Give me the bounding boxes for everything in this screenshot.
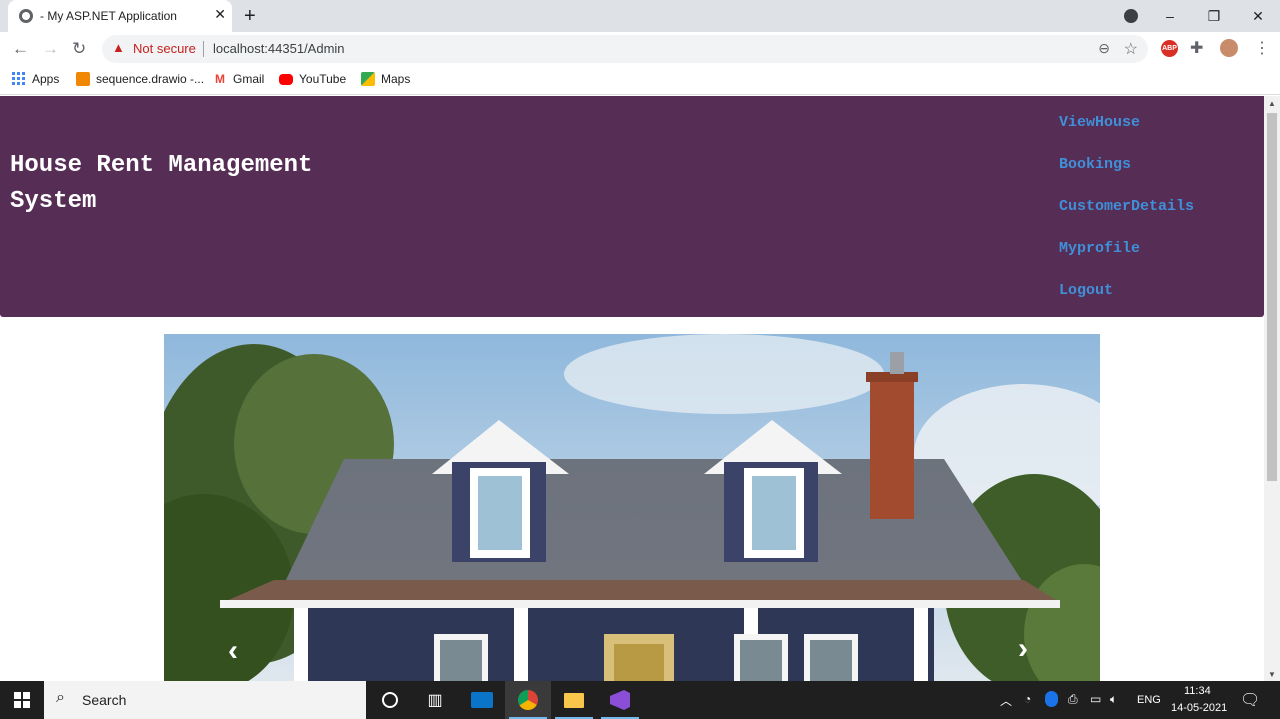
youtube-icon	[279, 73, 293, 85]
start-button[interactable]	[0, 681, 44, 719]
drawio-icon	[76, 72, 90, 86]
carousel-prev-button[interactable]: ‹	[228, 634, 238, 668]
visual-studio-button[interactable]	[597, 681, 643, 719]
bookmark-gmail[interactable]: M Gmail	[213, 72, 264, 86]
profile-avatar[interactable]	[1220, 39, 1238, 57]
security-label[interactable]: Not secure	[133, 41, 196, 56]
window-controls: – ❐ ✕	[1148, 0, 1280, 32]
clock-time[interactable]: 11:34	[1184, 685, 1211, 697]
bookmark-star-icon[interactable]: ☆	[1124, 39, 1138, 59]
warning-icon: ▲	[112, 40, 125, 55]
meet-now-icon[interactable]: ⎙	[1068, 692, 1078, 707]
visual-studio-icon	[610, 690, 630, 710]
clock-date[interactable]: 14-05-2021	[1171, 702, 1227, 714]
globe-icon	[19, 9, 33, 23]
site-title[interactable]: House Rent Management System	[10, 148, 350, 220]
nav-link-customerdetails[interactable]: CustomerDetails	[1059, 198, 1194, 215]
chrome-app-button[interactable]	[505, 681, 551, 719]
bluetooth-icon[interactable]	[1045, 691, 1058, 707]
search-label: Search	[82, 692, 127, 708]
chrome-icon	[518, 690, 538, 710]
bookmarks-bar: Apps sequence.drawio -... M Gmail YouTub…	[0, 66, 1280, 95]
notifications-icon[interactable]: 🗨︎	[1240, 690, 1260, 710]
close-window-button[interactable]: ✕	[1236, 0, 1280, 32]
file-explorer-icon	[564, 692, 584, 708]
adblock-extension-icon[interactable]: ABP	[1161, 40, 1178, 57]
reload-icon[interactable]: ↻	[72, 39, 86, 59]
cortana-button[interactable]	[367, 681, 413, 719]
browser-tab[interactable]: - My ASP.NET Application ✕	[8, 0, 232, 32]
site-header: House Rent Management System ViewHouse B…	[0, 96, 1264, 317]
nav-link-bookings[interactable]: Bookings	[1059, 156, 1131, 173]
page-scrollbar[interactable]: ▲ ▼	[1264, 96, 1280, 681]
bookmark-drawio[interactable]: sequence.drawio -...	[76, 72, 204, 86]
windows-taskbar: ⌕ Search ▥ ︿ ◔ ⎙ ▭ 🔈︎ ENG 11:34 14-05-20…	[0, 681, 1280, 719]
cortana-icon	[382, 692, 398, 708]
tab-search-icon[interactable]	[1124, 9, 1138, 23]
search-icon: ⌕	[56, 689, 65, 706]
bookmark-label: Maps	[381, 72, 411, 86]
tab-title: - My ASP.NET Application	[40, 9, 177, 23]
extensions-puzzle-icon[interactable]: ✚	[1190, 38, 1203, 58]
scroll-down-icon[interactable]: ▼	[1268, 670, 1276, 679]
carousel-next-button[interactable]: ›	[1018, 632, 1028, 666]
scrollbar-thumb[interactable]	[1267, 113, 1277, 481]
close-tab-icon[interactable]: ✕	[214, 6, 226, 23]
maps-icon	[361, 72, 375, 86]
divider	[203, 41, 204, 57]
url-text[interactable]: localhost:44351/Admin	[213, 41, 345, 56]
bookmark-label: Gmail	[233, 72, 265, 86]
restore-button[interactable]: ❐	[1192, 0, 1236, 32]
mail-icon	[471, 692, 493, 708]
house-photo	[164, 334, 1100, 681]
zoom-icon[interactable]: ⊖	[1098, 40, 1110, 57]
bookmark-apps[interactable]: Apps	[12, 72, 59, 86]
taskbar-search[interactable]: ⌕ Search	[44, 681, 366, 719]
task-view-button[interactable]: ▥	[412, 681, 458, 719]
browser-menu-icon[interactable]: ⋮	[1254, 38, 1270, 58]
windows-logo-icon	[14, 692, 30, 708]
mail-app-button[interactable]	[459, 681, 505, 719]
tab-strip: - My ASP.NET Application ✕ + – ❐ ✕	[0, 0, 1280, 32]
new-tab-button[interactable]: +	[244, 5, 256, 28]
gmail-icon: M	[215, 72, 225, 86]
network-icon[interactable]: ◔	[1024, 692, 1031, 706]
nav-link-myprofile[interactable]: Myprofile	[1059, 240, 1140, 257]
address-bar[interactable]: ▲ Not secure localhost:44351/Admin ⊖ ☆	[102, 35, 1148, 63]
bookmark-maps[interactable]: Maps	[361, 72, 410, 86]
bookmark-youtube[interactable]: YouTube	[279, 72, 346, 86]
tray-overflow-icon[interactable]: ︿	[1000, 692, 1012, 709]
volume-icon[interactable]: 🔈︎	[1110, 692, 1117, 707]
task-view-icon: ▥	[427, 692, 443, 709]
file-explorer-button[interactable]	[551, 681, 597, 719]
language-indicator[interactable]: ENG	[1137, 694, 1161, 706]
bookmark-label: YouTube	[299, 72, 347, 86]
apps-grid-icon	[12, 72, 25, 85]
nav-link-viewhouse[interactable]: ViewHouse	[1059, 114, 1140, 131]
scroll-up-icon[interactable]: ▲	[1268, 99, 1276, 108]
bookmark-label: sequence.drawio -...	[96, 72, 205, 86]
forward-arrow-icon[interactable]: →	[42, 39, 59, 59]
back-arrow-icon[interactable]: ←	[12, 39, 29, 59]
battery-icon[interactable]: ▭	[1090, 692, 1101, 706]
nav-link-logout[interactable]: Logout	[1059, 282, 1113, 299]
minimize-button[interactable]: –	[1148, 0, 1192, 32]
bookmark-label: Apps	[32, 72, 60, 86]
house-carousel[interactable]: ‹ ›	[164, 334, 1100, 681]
